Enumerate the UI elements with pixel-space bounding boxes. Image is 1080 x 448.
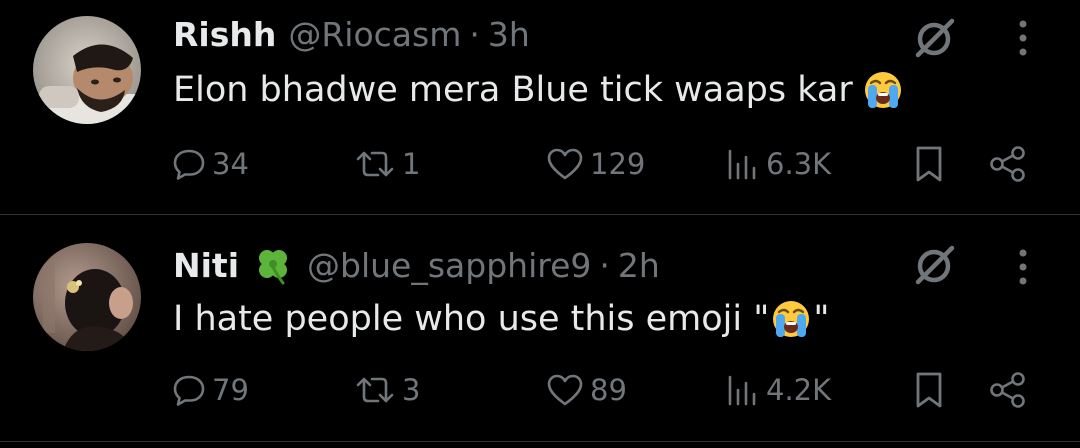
views-bar-chart-icon (728, 149, 756, 180)
four-leaf-clover-emoji (259, 250, 288, 285)
reply-count: 34 (212, 147, 249, 181)
like-count: 89 (590, 373, 627, 407)
reply-bubble-icon (173, 149, 205, 180)
tweet-divider (0, 441, 1080, 442)
action-bar: 34 1 129 6.3K (0, 140, 1080, 188)
tweet-text-before-emoji: I hate people who use this emoji " (173, 299, 770, 339)
views-count: 4.2K (766, 373, 832, 407)
retweet-icon (356, 377, 394, 403)
bookmark-button[interactable] (912, 366, 946, 414)
heart-icon (547, 374, 583, 406)
like-button[interactable]: 89 (546, 366, 627, 414)
tweet-text-content: Elon bhadwe mera Blue tick waaps kar (173, 70, 853, 110)
display-name[interactable]: Niti (173, 246, 239, 285)
tweet-text: I hate people who use this emoji " " (173, 295, 829, 343)
views-count: 6.3K (766, 147, 832, 181)
retweet-icon (356, 151, 394, 177)
retweet-button[interactable]: 3 (354, 366, 420, 414)
reply-count: 79 (212, 373, 249, 407)
tweet-header: Rishh @Riocasm · 3h (173, 14, 530, 54)
share-button[interactable] (988, 366, 1028, 414)
grok-slash-circle-icon[interactable] (909, 239, 959, 289)
timeline-feed: Rishh @Riocasm · 3h Elon bhadwe mera Blu… (0, 0, 1080, 448)
retweet-button[interactable]: 1 (354, 140, 420, 188)
separator-dot: · (599, 245, 610, 285)
timestamp[interactable]: 2h (618, 246, 660, 285)
separator-dot: · (469, 14, 480, 54)
bookmark-icon (916, 146, 942, 182)
reply-button[interactable]: 79 (172, 366, 249, 414)
loudly-crying-face-emoji (864, 72, 901, 108)
retweet-count: 3 (402, 373, 421, 407)
views-button[interactable]: 6.3K (724, 140, 831, 188)
user-handle[interactable]: @blue_sapphire9 (307, 246, 591, 285)
avatar[interactable] (33, 16, 141, 124)
heart-icon (547, 148, 583, 180)
share-button[interactable] (988, 140, 1028, 188)
views-button[interactable]: 4.2K (724, 366, 831, 414)
timestamp[interactable]: 3h (488, 15, 530, 54)
display-name[interactable]: Rishh (173, 15, 276, 54)
reply-bubble-icon (173, 375, 205, 406)
tweet-text: Elon bhadwe mera Blue tick waaps kar (173, 66, 903, 114)
like-button[interactable]: 129 (546, 140, 645, 188)
like-count: 129 (590, 147, 646, 181)
vertical-ellipsis-icon[interactable] (1012, 16, 1034, 60)
retweet-count: 1 (402, 147, 421, 181)
bookmark-button[interactable] (912, 140, 946, 188)
views-bar-chart-icon (728, 375, 756, 406)
reply-button[interactable]: 34 (172, 140, 249, 188)
tweet[interactable]: Rishh @Riocasm · 3h Elon bhadwe mera Blu… (0, 0, 1080, 214)
loudly-crying-face-emoji (773, 301, 810, 337)
tweet[interactable]: Niti @blue_sapphire9 · 2h I hate people … (0, 215, 1080, 440)
action-bar: 79 3 89 4.2K (0, 366, 1080, 414)
avatar[interactable] (33, 243, 141, 351)
user-handle[interactable]: @Riocasm (288, 15, 461, 54)
share-icon (990, 146, 1025, 182)
tweet-header: Niti @blue_sapphire9 · 2h (173, 245, 660, 285)
grok-slash-circle-icon[interactable] (909, 12, 959, 62)
vertical-ellipsis-icon[interactable] (1012, 245, 1034, 289)
share-icon (990, 372, 1025, 408)
bookmark-icon (916, 372, 942, 408)
tweet-text-after-emoji: " (813, 299, 830, 339)
